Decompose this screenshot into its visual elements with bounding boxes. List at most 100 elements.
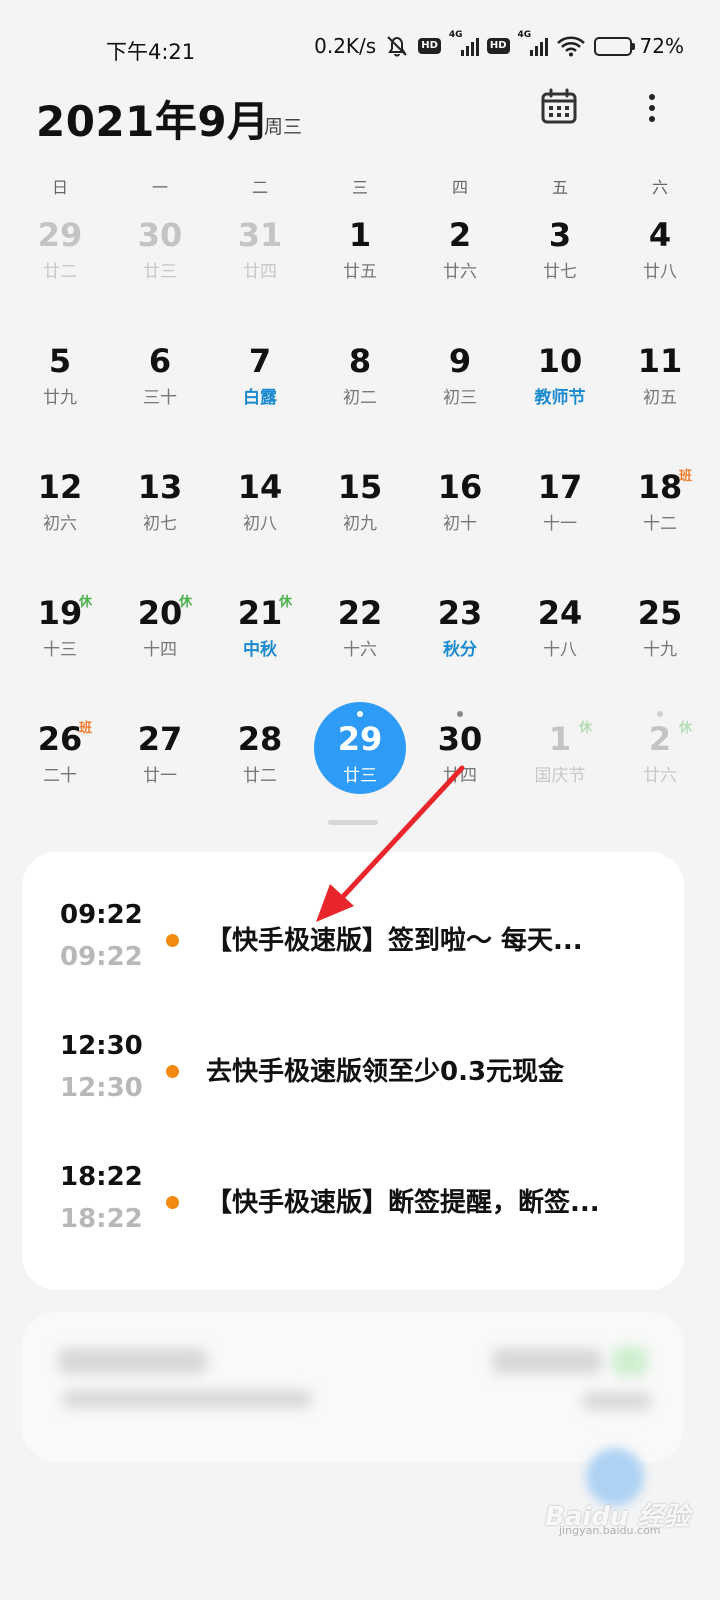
day-cell[interactable]: 23 秋分 [410, 574, 510, 700]
event-end-time: 18:22 [60, 1204, 143, 1234]
lunar-date: 廿四 [443, 766, 477, 786]
weekday-label: 三 [351, 178, 368, 197]
day-number: 2 [648, 720, 672, 758]
day-cell[interactable]: 5 廿九 [10, 322, 110, 448]
weekday-label: 日 [51, 178, 68, 197]
day-cell[interactable]: 29 廿二 [10, 196, 110, 322]
day-cell[interactable]: 19 十三 休 [10, 574, 110, 700]
day-cell[interactable]: 1 廿五 [310, 196, 410, 322]
mute-icon [387, 36, 407, 57]
workday-badge: 班 [79, 721, 93, 736]
day-cell[interactable]: 30 廿三 [110, 196, 210, 322]
drag-handle[interactable] [328, 820, 378, 825]
lunar-date: 十三 [43, 640, 77, 660]
day-cell[interactable]: 15 初九 [310, 448, 410, 574]
blurred-badge [612, 1346, 648, 1376]
day-number: 7 [248, 342, 272, 380]
day-cell[interactable]: 9 初三 [410, 322, 510, 448]
baidu-watermark: Baidu 经验 jingyan.baidu.com [545, 1492, 695, 1542]
lunar-date: 三十 [143, 388, 177, 408]
more-dot-icon [649, 116, 655, 122]
weekday-label: 五 [551, 178, 568, 197]
lunar-date: 廿六 [643, 766, 677, 786]
festival-label: 教师节 [534, 388, 586, 408]
event-item[interactable]: 09:22 09:22 【快手极速版】签到啦～ 每天... [22, 900, 684, 1010]
lunar-date: 初六 [43, 514, 77, 534]
weekday-label: 一 [151, 178, 168, 197]
weekday-label: 四 [451, 178, 468, 197]
holiday-rest-badge: 休 [279, 595, 293, 610]
net-speed: 0.2K/s [314, 34, 377, 58]
holiday-rest-badge: 休 [79, 595, 93, 610]
day-number: 17 [537, 468, 583, 506]
month-title[interactable]: 2021年9月 [36, 88, 270, 149]
day-cell[interactable]: 3 廿七 [510, 196, 610, 322]
blurred-text [62, 1390, 312, 1408]
status-bar: 下午4:21 0.2K/s HD 4G HD 4G 72% [0, 0, 720, 96]
blurred-text [582, 1392, 652, 1410]
day-cell[interactable]: 21 中秋 休 [210, 574, 310, 700]
day-cell[interactable]: 16 初十 [410, 448, 510, 574]
day-cell[interactable]: 25 十九 [610, 574, 710, 700]
day-cell[interactable]: 30 廿四 [410, 700, 510, 826]
day-number: 6 [148, 342, 172, 380]
event-item[interactable]: 18:22 18:22 【快手极速版】断签提醒，断签... [22, 1162, 684, 1272]
day-cell[interactable]: 14 初八 [210, 448, 310, 574]
lunar-date: 廿二 [243, 766, 277, 786]
day-cell-today[interactable]: 29 廿三 [310, 700, 410, 826]
day-cell[interactable]: 20 十四 休 [110, 574, 210, 700]
festival-label: 秋分 [443, 640, 477, 660]
lunar-date: 廿三 [343, 766, 377, 786]
battery-percent: 72% [639, 34, 684, 58]
day-cell[interactable]: 10 教师节 [510, 322, 610, 448]
day-number: 14 [237, 468, 283, 506]
more-options-button[interactable] [640, 88, 664, 128]
lunar-date: 初八 [243, 514, 277, 534]
day-number: 25 [637, 594, 683, 632]
event-item[interactable]: 12:30 12:30 去快手极速版领至少0.3元现金 [22, 1031, 684, 1141]
watermark-url: jingyan.baidu.com [559, 1524, 661, 1537]
event-title: 【快手极速版】断签提醒，断签... [206, 1188, 600, 1218]
day-number: 18 [637, 468, 683, 506]
event-color-dot [166, 1065, 179, 1078]
more-dot-icon [649, 105, 655, 111]
today-button[interactable] [540, 88, 578, 126]
day-number: 13 [137, 468, 183, 506]
day-cell[interactable]: 2 廿六 休 [610, 700, 710, 826]
day-cell[interactable]: 12 初六 [10, 448, 110, 574]
lunar-date: 初二 [343, 388, 377, 408]
day-cell[interactable]: 1 国庆节 休 [510, 700, 610, 826]
lunar-date: 二十 [43, 766, 77, 786]
holiday-rest-badge: 休 [179, 595, 193, 610]
day-cell[interactable]: 4 廿八 [610, 196, 710, 322]
day-number: 31 [237, 216, 283, 254]
day-cell[interactable]: 26 二十 班 [10, 700, 110, 826]
day-cell[interactable]: 6 三十 [110, 322, 210, 448]
day-number: 20 [137, 594, 183, 632]
status-icons: 0.2K/s HD 4G HD 4G 72% [314, 30, 684, 58]
day-cell[interactable]: 18 十二 班 [610, 448, 710, 574]
lunar-date: 初九 [343, 514, 377, 534]
day-cell[interactable]: 27 廿一 [110, 700, 210, 826]
event-list-card: 09:22 09:22 【快手极速版】签到啦～ 每天... 12:30 12:30 去快手… [22, 852, 684, 1290]
weekday-label: 二 [251, 178, 268, 197]
day-number: 23 [437, 594, 483, 632]
day-cell[interactable]: 7 白露 [210, 322, 310, 448]
day-cell[interactable]: 28 廿二 [210, 700, 310, 826]
day-number: 21 [237, 594, 283, 632]
event-start-time: 12:30 [60, 1031, 143, 1061]
day-cell[interactable]: 13 初七 [110, 448, 210, 574]
workday-badge: 班 [679, 469, 693, 484]
day-number: 12 [37, 468, 83, 506]
day-cell[interactable]: 11 初五 [610, 322, 710, 448]
day-cell[interactable]: 17 十一 [510, 448, 610, 574]
day-cell[interactable]: 22 十六 [310, 574, 410, 700]
hd-icon-2: HD [486, 38, 510, 54]
event-indicator-dot [657, 711, 663, 717]
day-cell[interactable]: 8 初二 [310, 322, 410, 448]
day-cell[interactable]: 31 廿四 [210, 196, 310, 322]
event-start-time: 18:22 [60, 1162, 143, 1192]
hd-icon: HD [418, 38, 441, 54]
day-cell[interactable]: 2 廿六 [410, 196, 510, 322]
day-cell[interactable]: 24 十八 [510, 574, 610, 700]
